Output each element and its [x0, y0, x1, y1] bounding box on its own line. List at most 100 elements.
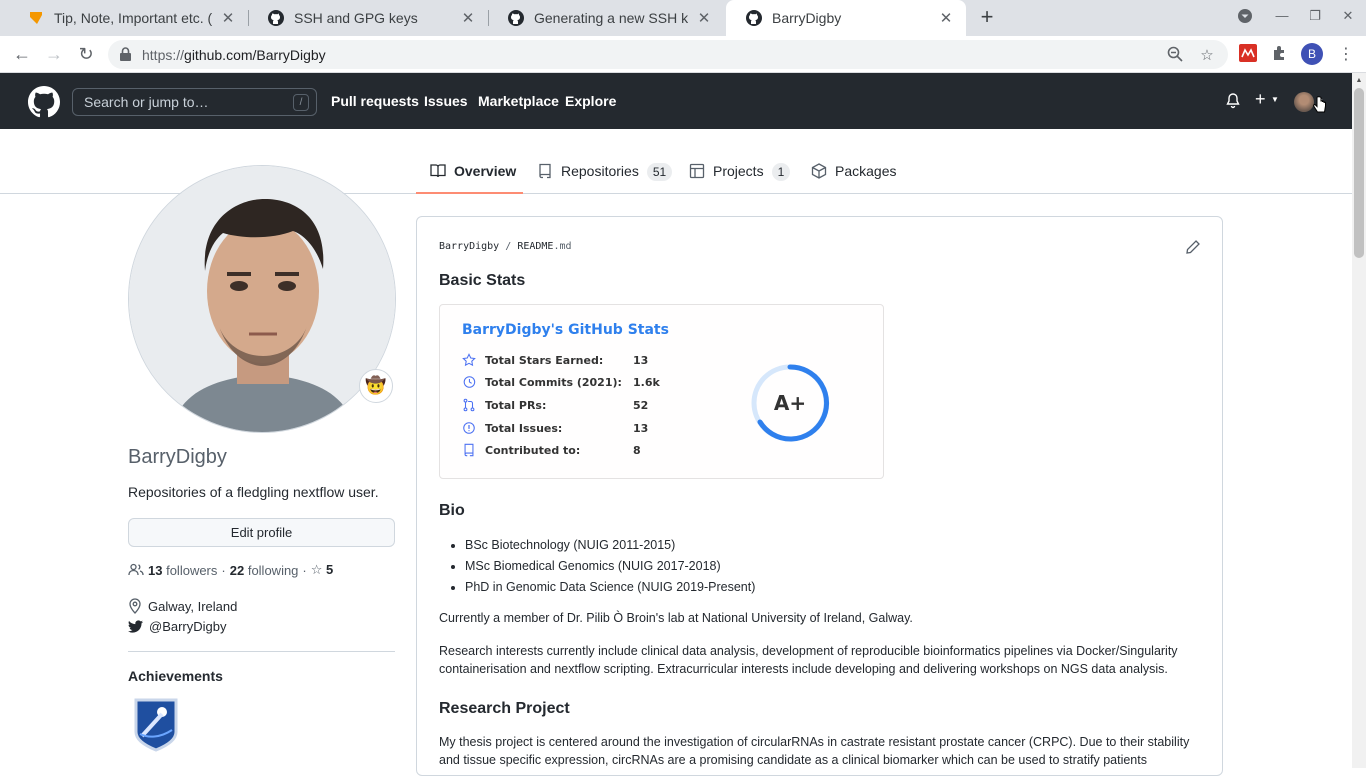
path-separator: /: [505, 241, 512, 252]
minimize-window-icon[interactable]: —: [1272, 8, 1292, 23]
tab-repositories[interactable]: Repositories 51: [537, 160, 673, 194]
tab-projects[interactable]: Projects 1: [689, 160, 791, 194]
url-text: https://github.com/BarryDigby: [142, 47, 326, 63]
chevron-down-icon[interactable]: ▼: [1271, 95, 1279, 104]
followers-link[interactable]: 13 followers: [148, 563, 217, 578]
stat-row-prs: Total PRs: 52: [462, 397, 648, 413]
tab-label: Packages: [835, 163, 897, 179]
dot-separator: ·: [302, 562, 307, 578]
back-arrow-icon[interactable]: ←: [10, 42, 34, 66]
profile-avatar[interactable]: [128, 165, 396, 433]
tab-label: Repositories: [561, 163, 639, 179]
new-tab-button[interactable]: +: [975, 5, 999, 29]
stat-row-contributed: Contributed to: 8: [462, 442, 641, 458]
close-tab-icon[interactable]: ✕: [460, 9, 476, 27]
restore-window-icon[interactable]: ❐: [1305, 8, 1325, 24]
bio-list: BSc Biotechnology (NUIG 2011-2015) MSc B…: [465, 535, 755, 598]
stat-value: 13: [633, 421, 649, 435]
extensions-puzzle-icon[interactable]: [1271, 44, 1289, 62]
github-icon: [268, 10, 284, 26]
typo3-icon: [30, 12, 42, 24]
project-table-icon: [689, 163, 705, 179]
nav-issues[interactable]: Issues: [424, 93, 468, 109]
zoom-icon[interactable]: [1166, 46, 1184, 64]
close-tab-icon[interactable]: ✕: [938, 9, 954, 27]
profile-username: BarryDigby: [128, 446, 227, 468]
stats-card-title: BarryDigby's GitHub Stats: [462, 322, 669, 338]
tab-label: Projects: [713, 163, 764, 179]
tab-packages[interactable]: Packages: [811, 160, 896, 194]
close-tab-icon[interactable]: ✕: [696, 9, 712, 27]
dot-separator: ·: [221, 562, 226, 578]
readme-owner-link[interactable]: BarryDigby: [439, 241, 499, 252]
stat-row-stars: Total Stars Earned: 13: [462, 352, 648, 368]
list-item: MSc Biomedical Genomics (NUIG 2017-2018): [465, 556, 755, 577]
notifications-bell-icon[interactable]: [1225, 93, 1241, 109]
search-placeholder: Search or jump to…: [84, 94, 209, 110]
readme-filename: README: [517, 241, 554, 252]
browser-tab-title: Tip, Note, Important etc. (: [54, 10, 212, 26]
bookmark-star-icon[interactable]: ☆: [1198, 46, 1216, 64]
user-menu-avatar[interactable]: [1294, 92, 1314, 112]
browser-toolbar: ← → ↻ https://github.com/BarryDigby ☆ B …: [0, 36, 1366, 73]
github-header: Search or jump to… / Pull requests Issue…: [0, 73, 1352, 129]
github-logo-icon[interactable]: [28, 86, 60, 118]
repositories-count-badge: 51: [646, 163, 673, 181]
tab-overview[interactable]: Overview: [416, 160, 523, 194]
list-item: PhD in Genomic Data Science (NUIG 2019-P…: [465, 577, 755, 598]
reload-icon[interactable]: ↻: [74, 42, 98, 66]
browser-profile-avatar[interactable]: B: [1301, 43, 1323, 65]
projects-count-badge: 1: [771, 163, 791, 181]
repo-icon: [464, 443, 474, 457]
hand-cursor-icon: [1313, 96, 1326, 113]
package-icon: [811, 163, 827, 179]
scrollbar-thumb[interactable]: [1354, 88, 1364, 258]
interests-paragraph: Research interests currently include cli…: [439, 644, 1178, 676]
github-stats-card: BarryDigby's GitHub Stats Total Stars Ea…: [439, 304, 884, 479]
stat-value: 13: [633, 353, 649, 367]
profile-readme: BarryDigby / README.md Basic Stats Barry…: [416, 216, 1223, 776]
stat-value: 52: [633, 398, 649, 412]
nav-marketplace[interactable]: Marketplace: [478, 93, 559, 109]
stat-row-commits: Total Commits (2021): 1.6k: [462, 374, 660, 390]
forward-arrow-icon[interactable]: →: [42, 42, 66, 66]
member-paragraph: Currently a member of Dr. Pilib Ò Broin'…: [439, 611, 913, 625]
profile-twitter[interactable]: @BarryDigby: [128, 619, 227, 634]
nav-pull-requests[interactable]: Pull requests: [331, 93, 419, 109]
edit-pencil-icon[interactable]: [1185, 239, 1201, 255]
star-icon: [462, 353, 476, 367]
stars-link[interactable]: ☆ 5: [311, 562, 334, 578]
close-tab-icon[interactable]: ✕: [220, 9, 236, 27]
browser-tab-new-ssh[interactable]: Generating a new SSH key ✕: [488, 0, 724, 36]
scroll-up-arrow-icon[interactable]: ▲: [1352, 74, 1366, 88]
tab-search-icon[interactable]: [1235, 7, 1255, 28]
stat-value: 8: [633, 443, 641, 457]
location-pin-icon: [129, 598, 141, 614]
following-link[interactable]: 22 following: [230, 563, 299, 578]
browser-tab-ssh-gpg[interactable]: SSH and GPG keys ✕: [248, 0, 488, 36]
address-bar[interactable]: https://github.com/BarryDigby ☆: [108, 40, 1228, 69]
browser-tab-title: SSH and GPG keys: [294, 10, 418, 26]
github-search-input[interactable]: Search or jump to… /: [72, 88, 317, 116]
achievement-badge-icon[interactable]: [132, 696, 180, 752]
bio-heading: Bio: [439, 502, 465, 519]
achievements-heading: Achievements: [128, 668, 223, 684]
browser-tab-barrydigby[interactable]: BarryDigby ✕: [726, 0, 966, 36]
profile-photo: [129, 166, 395, 432]
browser-tab-title: BarryDigby: [772, 10, 842, 26]
sidebar-divider: [128, 651, 395, 652]
search-shortcut-key: /: [293, 94, 309, 111]
nav-explore[interactable]: Explore: [565, 93, 616, 109]
twitter-icon: [128, 620, 143, 633]
edit-profile-button[interactable]: Edit profile: [128, 518, 395, 547]
status-emoji-badge[interactable]: 🤠: [359, 369, 393, 403]
create-new-plus-icon[interactable]: +: [1255, 89, 1266, 110]
stat-row-issues: Total Issues: 13: [462, 420, 648, 436]
browser-menu-icon[interactable]: ⋮: [1336, 44, 1356, 64]
profile-bio: Repositories of a fledgling nextflow use…: [128, 484, 379, 500]
extension-red-icon[interactable]: [1239, 44, 1257, 62]
browser-tabstrip: Tip, Note, Important etc. ( ✕ SSH and GP…: [0, 0, 1366, 36]
browser-tab-typo3[interactable]: Tip, Note, Important etc. ( ✕: [8, 0, 248, 36]
rank-grade: A+: [774, 391, 806, 415]
close-window-icon[interactable]: ✕: [1338, 8, 1358, 24]
